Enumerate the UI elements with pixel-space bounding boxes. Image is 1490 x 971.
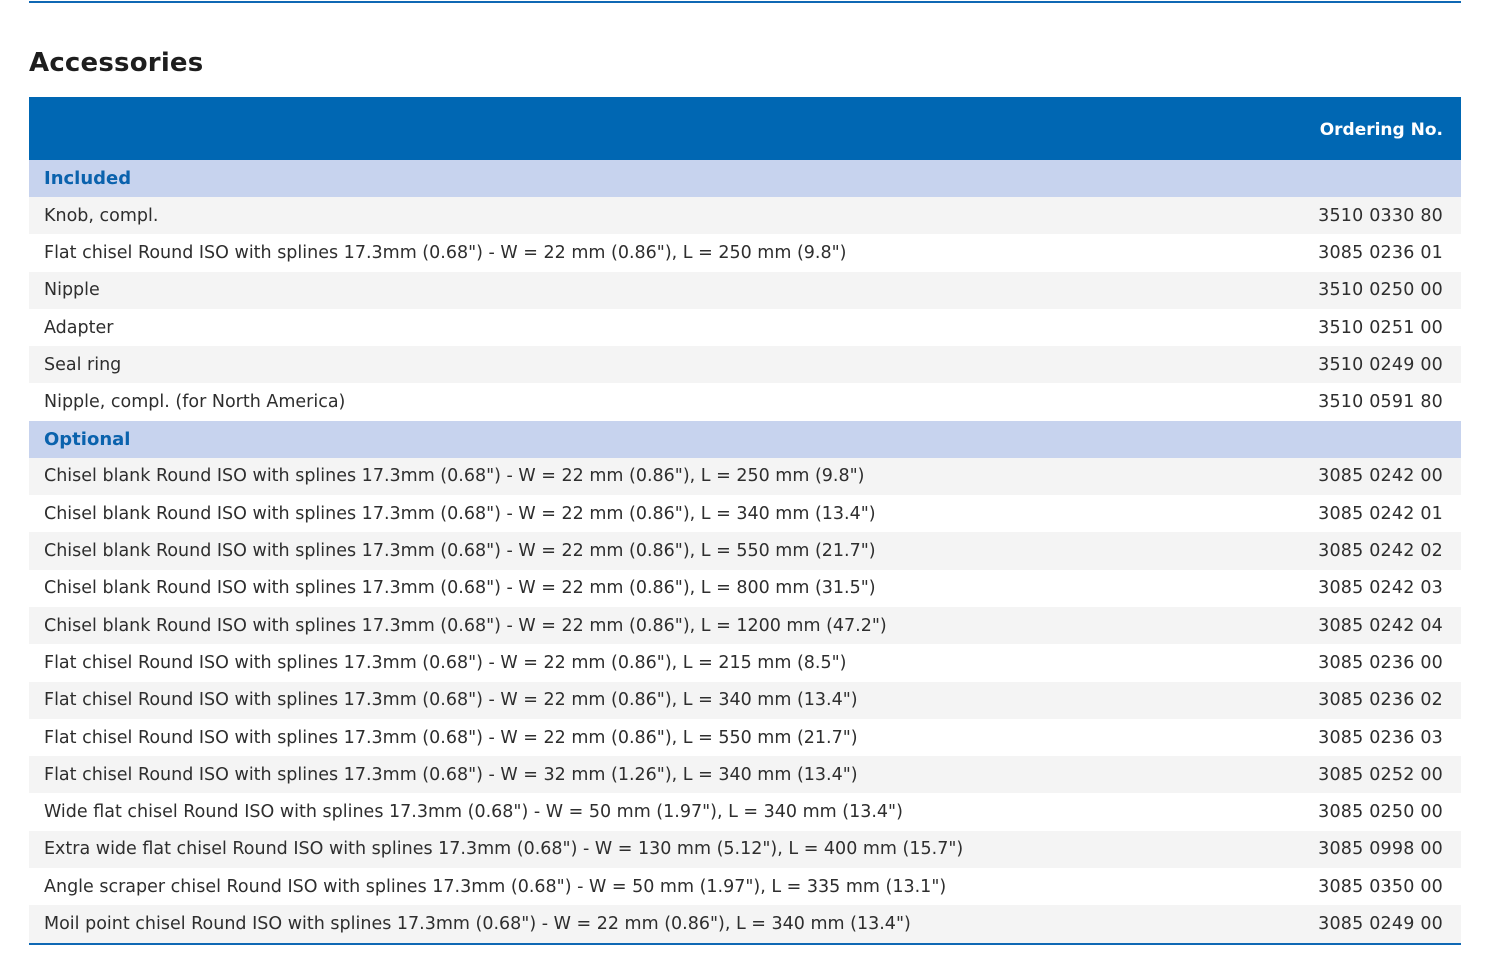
table-row: Nipple 3510 0250 00: [29, 271, 1461, 309]
accessories-table: Ordering No. Included Knob, compl. 3510 03…: [29, 97, 1461, 945]
table-row: Adapter 3510 0251 00: [29, 309, 1461, 346]
page-title: Accessories: [29, 48, 204, 78]
item-description: Flat chisel Round ISO with splines 17.3m…: [44, 652, 847, 673]
table-row: Flat chisel Round ISO with splines 17.3m…: [29, 719, 1461, 756]
ordering-number: 3085 0242 02: [1318, 541, 1443, 562]
item-description: Adapter: [44, 317, 114, 338]
table-row: Knob, compl. 3510 0330 80: [29, 197, 1461, 235]
ordering-number: 3085 0998 00: [1318, 839, 1443, 860]
ordering-number: 3085 0242 01: [1318, 503, 1443, 524]
item-description: Seal ring: [44, 354, 122, 375]
table-row: Flat chisel Round ISO with splines 17.3m…: [29, 756, 1461, 794]
table-row: Seal ring 3510 0249 00: [29, 346, 1461, 384]
ordering-number: 3085 0236 02: [1318, 690, 1443, 711]
ordering-number: 3085 0252 00: [1318, 764, 1443, 785]
item-description: Angle scraper chisel Round ISO with spli…: [44, 876, 947, 897]
table-row: Chisel blank Round ISO with splines 17.3…: [29, 495, 1461, 532]
table-row: Wide flat chisel Round ISO with splines …: [29, 793, 1461, 830]
bottom-divider: [29, 942, 1461, 945]
ordering-number: 3085 0242 00: [1318, 466, 1443, 487]
item-description: Wide flat chisel Round ISO with splines …: [44, 802, 903, 823]
item-description: Flat chisel Round ISO with splines 17.3m…: [44, 764, 858, 785]
item-description: Moil point chisel Round ISO with splines…: [44, 913, 911, 934]
item-description: Chisel blank Round ISO with splines 17.3…: [44, 541, 876, 562]
ordering-number: 3510 0330 80: [1318, 205, 1443, 226]
table-row: Chisel blank Round ISO with splines 17.3…: [29, 606, 1461, 645]
table-row: Extra wide flat chisel Round ISO with sp…: [29, 830, 1461, 869]
item-description: Nipple, compl. (for North America): [44, 392, 346, 413]
section-header-optional: Optional: [29, 420, 1461, 458]
table-row: Angle scraper chisel Round ISO with spli…: [29, 868, 1461, 905]
table-row: Chisel blank Round ISO with splines 17.3…: [29, 532, 1461, 570]
table-body: Included Knob, compl. 3510 0330 80 Flat chi…: [29, 160, 1461, 943]
ordering-number: 3510 0250 00: [1318, 280, 1443, 301]
section-header-included: Included: [29, 160, 1461, 197]
ordering-number: 3085 0350 00: [1318, 876, 1443, 897]
table-row: Chisel blank Round ISO with splines 17.3…: [29, 570, 1461, 607]
ordering-number: 3085 0236 00: [1318, 652, 1443, 673]
item-description: Flat chisel Round ISO with splines 17.3m…: [44, 727, 858, 748]
ordering-number-header: Ordering No.: [1319, 119, 1443, 140]
ordering-number: 3085 0249 00: [1318, 913, 1443, 934]
item-description: Extra wide flat chisel Round ISO with sp…: [44, 839, 964, 860]
table-row: Nipple, compl. (for North America) 3510 0…: [29, 383, 1461, 420]
item-description: Nipple: [44, 280, 100, 301]
ordering-number: 3085 0242 04: [1318, 615, 1443, 636]
item-description: Chisel blank Round ISO with splines 17.3…: [44, 466, 865, 487]
ordering-number: 3085 0236 01: [1318, 242, 1443, 263]
item-description: Knob, compl.: [44, 205, 159, 226]
ordering-number: 3085 0236 03: [1318, 727, 1443, 748]
ordering-number: 3085 0242 03: [1318, 578, 1443, 599]
ordering-number: 3085 0250 00: [1318, 802, 1443, 823]
section-label: Optional: [44, 428, 131, 450]
table-row: Chisel blank Round ISO with splines 17.3…: [29, 457, 1461, 496]
section-label: Included: [44, 168, 132, 189]
ordering-number: 3510 0591 80: [1318, 392, 1443, 413]
item-description: Chisel blank Round ISO with splines 17.3…: [44, 503, 876, 524]
item-description: Flat chisel Round ISO with splines 17.3m…: [44, 242, 847, 263]
table-row: Flat chisel Round ISO with splines 17.3m…: [29, 644, 1461, 681]
item-description: Chisel blank Round ISO with splines 17.3…: [44, 615, 887, 636]
table-header: Ordering No.: [29, 97, 1461, 160]
item-description: Chisel blank Round ISO with splines 17.3…: [44, 578, 876, 599]
item-description: Flat chisel Round ISO with splines 17.3m…: [44, 690, 858, 711]
ordering-number: 3510 0251 00: [1318, 317, 1443, 338]
ordering-number: 3510 0249 00: [1318, 354, 1443, 375]
top-divider: [29, 1, 1461, 3]
table-row: Moil point chisel Round ISO with splines…: [29, 905, 1461, 943]
table-row: Flat chisel Round ISO with splines 17.3m…: [29, 234, 1461, 271]
table-row: Flat chisel Round ISO with splines 17.3m…: [29, 681, 1461, 719]
